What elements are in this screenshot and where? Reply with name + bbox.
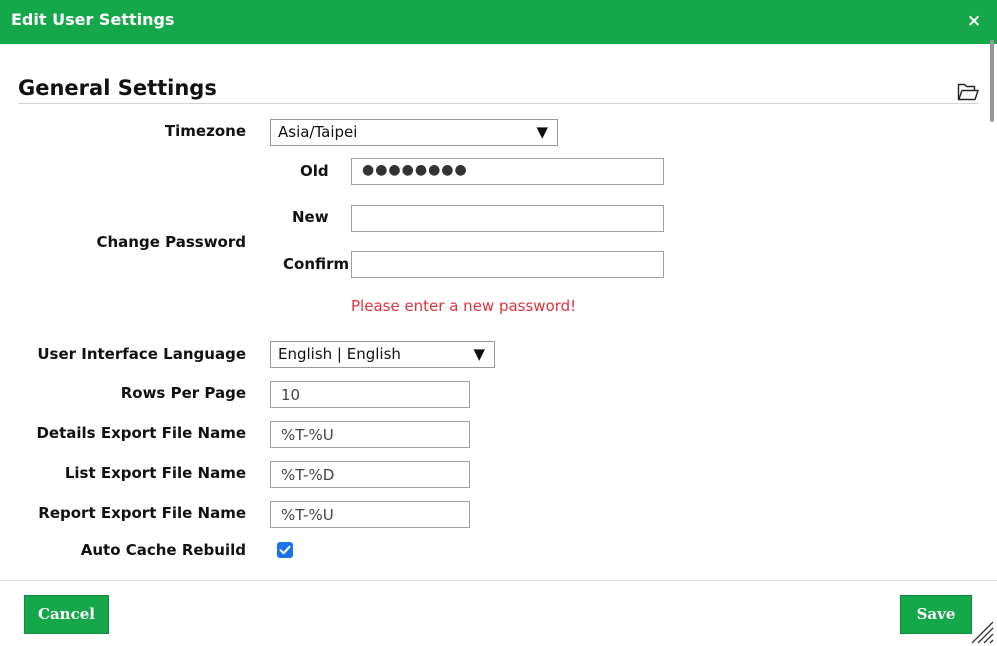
footer-divider (0, 580, 997, 581)
details-export-label: Details Export File Name (36, 424, 246, 442)
dropdown-arrow-icon: ▼ (473, 345, 485, 363)
new-password-label: New (292, 208, 329, 226)
confirm-password-field[interactable] (351, 251, 664, 278)
dialog-content: General Settings Timezone Asia/Taipei ▼ … (0, 44, 997, 580)
old-password-label: Old (300, 162, 329, 180)
dropdown-arrow-icon: ▼ (536, 123, 548, 141)
dialog-title: Edit User Settings (11, 10, 175, 29)
change-password-label: Change Password (96, 233, 247, 251)
scrollbar-thumb[interactable] (990, 40, 994, 122)
rows-per-page-label: Rows Per Page (120, 384, 246, 402)
password-error-message: Please enter a new password! (351, 297, 577, 315)
new-password-field[interactable] (351, 205, 664, 232)
language-label: User Interface Language (37, 345, 246, 363)
resize-handle-icon[interactable] (968, 618, 994, 644)
close-icon[interactable]: × (965, 11, 983, 31)
list-export-label: List Export File Name (64, 464, 246, 482)
auto-cache-checkbox[interactable] (277, 542, 293, 558)
checkmark-icon (279, 545, 291, 555)
folder-icon[interactable] (957, 82, 979, 102)
timezone-select[interactable]: Asia/Taipei ▼ (270, 119, 558, 146)
save-button[interactable]: Save (900, 595, 972, 634)
details-export-input[interactable]: %T-%U (270, 421, 470, 448)
dialog-titlebar: Edit User Settings × (0, 0, 997, 44)
auto-cache-label: Auto Cache Rebuild (80, 541, 246, 559)
section-title: General Settings (18, 76, 217, 100)
cancel-button[interactable]: Cancel (24, 595, 109, 634)
confirm-password-label: Confirm (283, 255, 350, 273)
timezone-label: Timezone (164, 122, 246, 140)
section-divider (18, 103, 978, 104)
report-export-input[interactable]: %T-%U (270, 501, 470, 528)
old-password-field[interactable]: ●●●●●●●● (351, 158, 664, 185)
timezone-value: Asia/Taipei (278, 123, 358, 141)
report-export-label: Report Export File Name (38, 504, 246, 522)
rows-per-page-input[interactable]: 10 (270, 381, 470, 408)
list-export-input[interactable]: %T-%D (270, 461, 470, 488)
language-select[interactable]: English | English ▼ (270, 341, 495, 368)
language-value: English | English (278, 345, 401, 363)
